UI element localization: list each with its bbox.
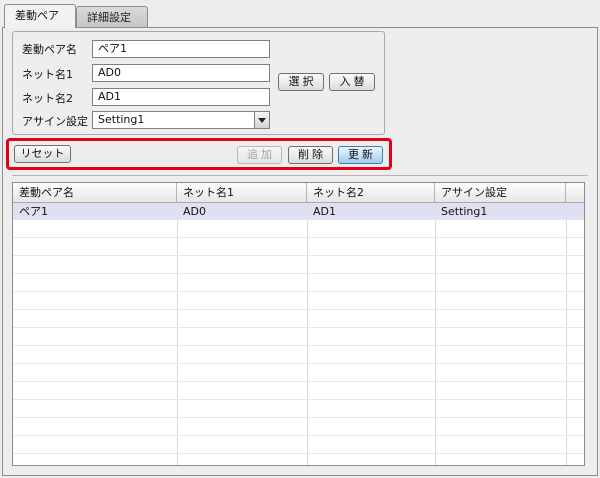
column-header-assign-setting[interactable]: アサイン設定 [435, 183, 566, 203]
pair-name-input[interactable]: ペア1 [92, 40, 270, 58]
delete-button[interactable]: 削 除 [288, 146, 333, 164]
table-header: 差動ペア名 ネット名1 ネット名2 アサイン設定 [13, 183, 584, 203]
table-row-empty [13, 239, 584, 256]
cell-net1: AD0 [183, 205, 206, 218]
table-row[interactable]: ペア1 AD0 AD1 Setting1 [13, 203, 584, 220]
column-header-pair-name[interactable]: 差動ペア名 [13, 183, 177, 203]
reset-button[interactable]: リセット [14, 145, 71, 163]
pair-name-label: 差動ペア名 [22, 43, 77, 56]
separator [12, 175, 588, 176]
swap-button[interactable]: 入 替 [329, 73, 375, 91]
cell-assign-setting: Setting1 [441, 205, 488, 218]
table-row-empty [13, 383, 584, 400]
net1-input[interactable]: AD0 [92, 64, 270, 82]
table-row-empty [13, 347, 584, 364]
chevron-down-icon[interactable] [254, 111, 270, 129]
cell-net2: AD1 [313, 205, 336, 218]
assign-setting-select[interactable]: Setting1 [92, 111, 270, 129]
table-row-empty [13, 221, 584, 238]
table-row-empty [13, 401, 584, 418]
table-row-empty [13, 365, 584, 382]
net2-input[interactable]: AD1 [92, 88, 270, 106]
table-row-empty [13, 257, 584, 274]
pair-table[interactable]: 差動ペア名 ネット名1 ネット名2 アサイン設定 ペア1 AD0 AD1 Set… [12, 182, 585, 466]
column-header-net2[interactable]: ネット名2 [307, 183, 435, 203]
assign-setting-label: アサイン設定 [22, 115, 88, 128]
table-row-empty [13, 329, 584, 346]
table-row-empty [13, 293, 584, 310]
net2-label: ネット名2 [22, 92, 73, 105]
tab-differential-pair[interactable]: 差動ペア [4, 4, 76, 28]
tab-detail-settings[interactable]: 詳細設定 [76, 6, 148, 28]
add-button[interactable]: 追 加 [237, 146, 282, 164]
cell-pair-name: ペア1 [19, 205, 48, 218]
column-header-net1[interactable]: ネット名1 [177, 183, 307, 203]
net1-label: ネット名1 [22, 68, 73, 81]
table-row-empty [13, 311, 584, 328]
table-row-empty [13, 437, 584, 454]
update-button[interactable]: 更 新 [338, 146, 383, 164]
table-row-empty [13, 275, 584, 292]
select-button[interactable]: 選 択 [278, 73, 324, 91]
column-header-filler [566, 183, 584, 203]
table-row-empty [13, 419, 584, 436]
assign-setting-value: Setting1 [98, 113, 145, 126]
